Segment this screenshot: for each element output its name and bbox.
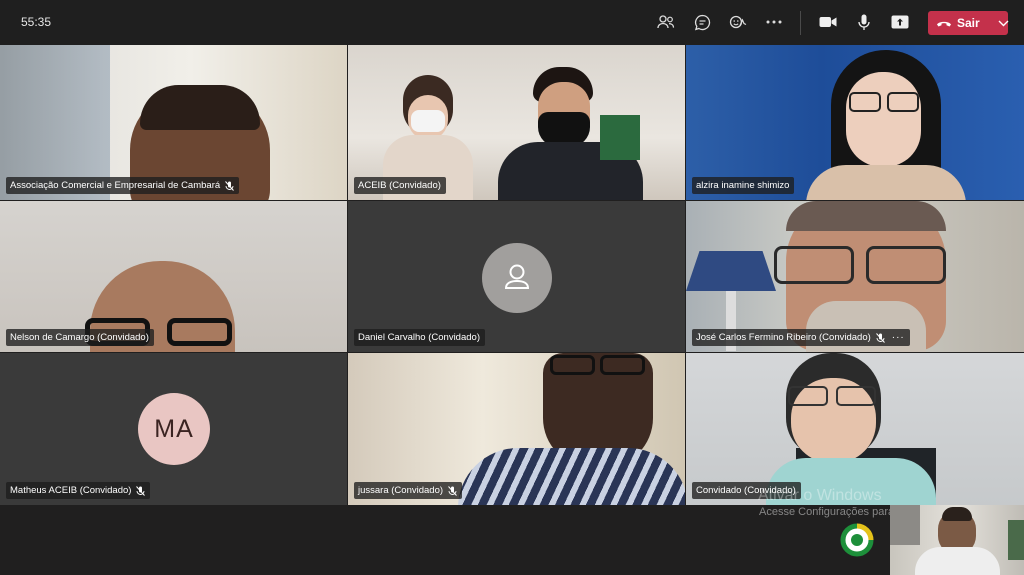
mic-muted-icon bbox=[225, 180, 235, 191]
participant-name: Associação Comercial e Empresarial de Ca… bbox=[10, 180, 221, 191]
participant-name-tag: alzira inamine shimizo bbox=[692, 177, 795, 194]
participant-tile[interactable]: Daniel Carvalho (Convidado) bbox=[348, 201, 685, 352]
organization-logo-icon bbox=[840, 523, 874, 557]
leave-button[interactable]: Sair bbox=[928, 11, 1009, 35]
people-icon[interactable] bbox=[655, 11, 677, 33]
mic-muted-icon bbox=[136, 485, 146, 496]
reactions-icon[interactable] bbox=[727, 11, 749, 33]
participant-tile[interactable]: jussara (Convidado) bbox=[348, 353, 685, 505]
meeting-toolbar: 55:35 Sair bbox=[0, 0, 1024, 45]
participant-tile[interactable]: Nelson de Camargo (Convidado) bbox=[0, 201, 347, 352]
participant-name-tag: jussara (Convidado) bbox=[354, 482, 463, 499]
share-screen-icon[interactable] bbox=[889, 11, 911, 33]
call-timer: 55:35 bbox=[21, 15, 52, 29]
mic-muted-icon bbox=[875, 332, 885, 343]
participant-tile[interactable]: alzira inamine shimizo bbox=[686, 45, 1024, 200]
participant-name-tag: Daniel Carvalho (Convidado) bbox=[354, 329, 485, 346]
participant-video bbox=[801, 50, 971, 200]
hang-up-icon bbox=[936, 16, 952, 30]
leave-label: Sair bbox=[957, 16, 980, 30]
participant-tile[interactable]: ACEIB (Convidado) bbox=[348, 45, 685, 200]
participant-tile[interactable]: José Carlos Fermino Ribeiro (Convidado) … bbox=[686, 201, 1024, 352]
mic-muted-icon bbox=[448, 485, 457, 496]
chevron-down-icon[interactable] bbox=[998, 17, 1009, 29]
windows-watermark-title: Ativar o Windows bbox=[758, 487, 882, 504]
participant-name: Nelson de Camargo (Convidado) bbox=[10, 332, 149, 343]
participant-tile[interactable]: Associação Comercial e Empresarial de Ca… bbox=[0, 45, 347, 200]
participant-name: Matheus ACEIB (Convidado) bbox=[10, 485, 132, 496]
participant-name: Daniel Carvalho (Convidado) bbox=[358, 332, 480, 343]
participant-name: ACEIB (Convidado) bbox=[358, 180, 441, 191]
participant-video bbox=[448, 353, 685, 505]
more-actions-icon[interactable] bbox=[763, 11, 785, 33]
participant-name-tag: Associação Comercial e Empresarial de Ca… bbox=[6, 177, 240, 194]
toolbar-divider bbox=[800, 11, 801, 35]
participant-tile[interactable]: Convidado (Convidado) bbox=[686, 353, 1024, 505]
microphone-icon[interactable] bbox=[853, 11, 875, 33]
camera-icon[interactable] bbox=[817, 11, 839, 33]
chat-icon[interactable] bbox=[691, 11, 713, 33]
participant-name-tag: ACEIB (Convidado) bbox=[354, 177, 446, 194]
initials-avatar: MA bbox=[138, 393, 210, 465]
participant-name-tag: José Carlos Fermino Ribeiro (Convidado) … bbox=[692, 329, 910, 346]
participant-name: alzira inamine shimizo bbox=[696, 180, 790, 191]
participant-name: jussara (Convidado) bbox=[358, 485, 444, 496]
participant-tile[interactable]: MA Matheus ACEIB (Convidado) bbox=[0, 353, 347, 505]
self-view-video[interactable] bbox=[890, 505, 1024, 575]
participant-name: José Carlos Fermino Ribeiro (Convidado) bbox=[696, 332, 871, 343]
person-avatar-icon bbox=[482, 243, 552, 313]
participant-name-tag: Matheus ACEIB (Convidado) bbox=[6, 482, 151, 499]
more-options-icon[interactable]: ··· bbox=[892, 332, 905, 343]
participant-name-tag: Nelson de Camargo (Convidado) bbox=[6, 329, 154, 346]
